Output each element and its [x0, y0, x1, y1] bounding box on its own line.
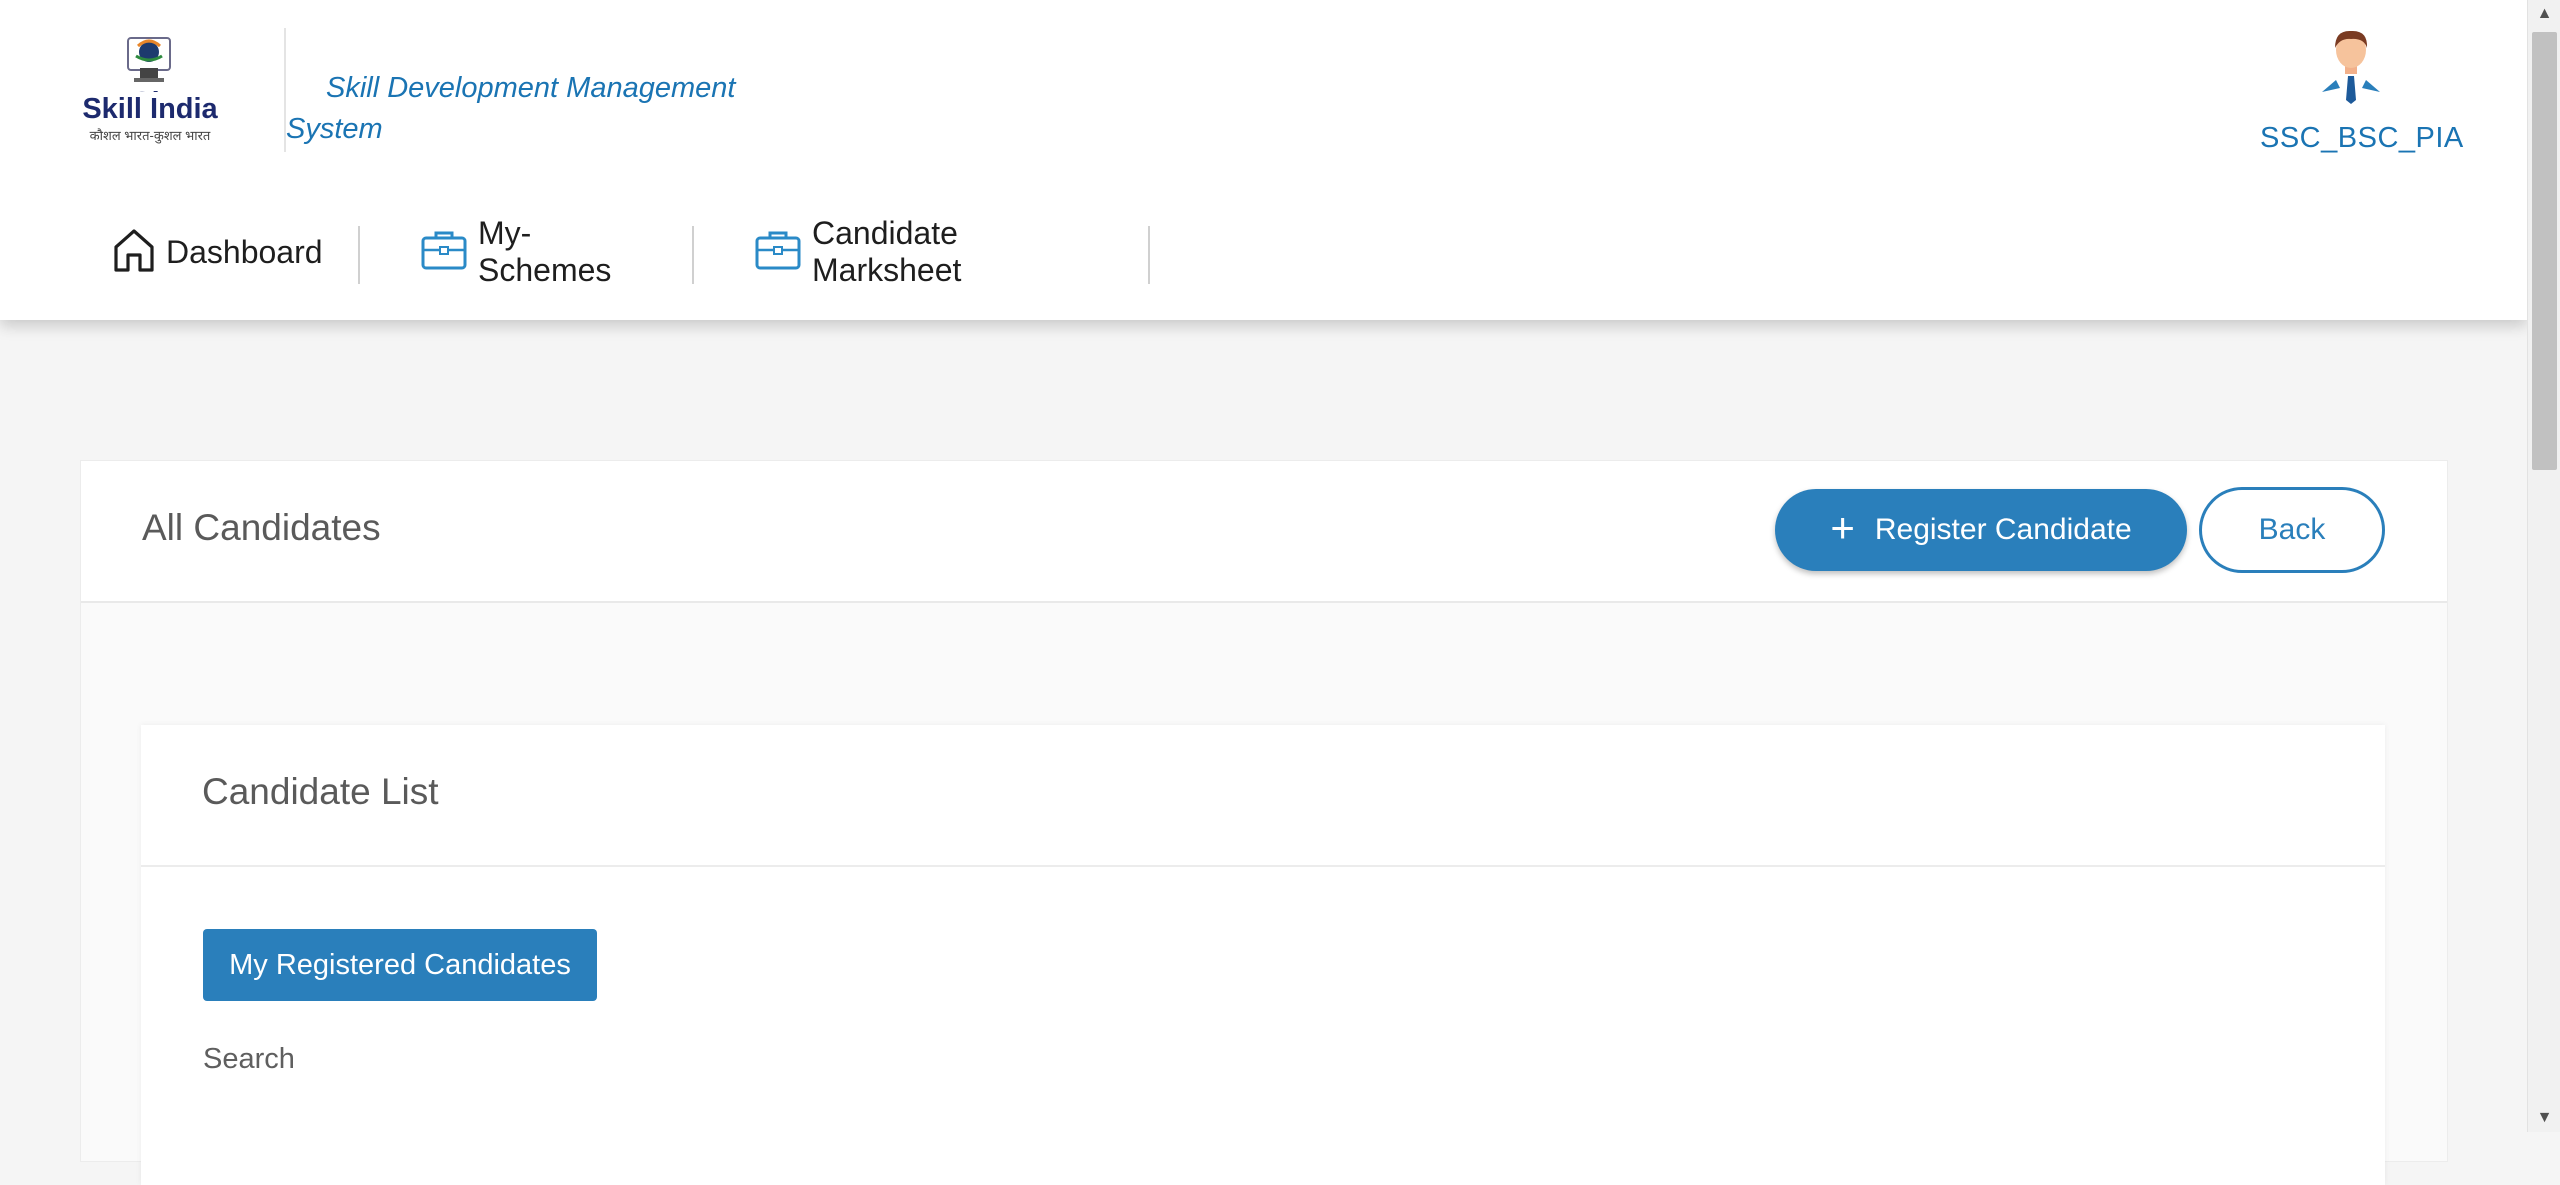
candidate-list-header: Candidate List: [141, 725, 2385, 867]
plus-icon: +: [1830, 504, 1855, 551]
my-registered-candidates-button[interactable]: My Registered Candidates: [203, 929, 597, 1001]
register-candidate-button[interactable]: + Register Candidate: [1775, 489, 2187, 571]
nav-separator: [692, 226, 694, 284]
page-scrollbar[interactable]: ▲ ▼: [2527, 0, 2560, 1132]
card-header: All Candidates + Register Candidate Back: [81, 461, 2447, 603]
nav-label-my-schemes: My-Schemes: [478, 215, 612, 288]
briefcase-icon: [420, 228, 468, 277]
system-title: Skill Development Management System: [286, 72, 736, 145]
nav-separator: [1148, 226, 1150, 284]
candidate-list-card: Candidate List My Registered Candidates …: [141, 725, 2385, 1185]
all-candidates-card: All Candidates + Register Candidate Back…: [80, 460, 2448, 1185]
nav-item-dashboard[interactable]: Dashboard: [112, 222, 323, 282]
nav-label-candidate-marksheet: Candidate Marksheet: [812, 215, 962, 288]
back-button[interactable]: Back: [2199, 487, 2385, 573]
nav-label-dashboard: Dashboard: [166, 233, 323, 270]
logo-wordmark: Skill India: [80, 92, 220, 126]
scroll-thumb[interactable]: [2532, 32, 2557, 470]
page-title: All Candidates: [142, 507, 381, 548]
register-candidate-label: Register Candidate: [1874, 513, 2132, 546]
scroll-up-arrow-icon[interactable]: ▲: [2528, 0, 2560, 28]
nav-item-my-schemes[interactable]: My-Schemes: [420, 215, 611, 288]
candidate-list-title: Candidate List: [202, 771, 439, 812]
briefcase-icon: [754, 228, 802, 277]
user-name[interactable]: SSC_BSC_PIA: [2260, 122, 2463, 155]
top-header: Sk Skill India कौशल भारत-कुशल भारत Skill…: [0, 0, 2527, 320]
nav-item-candidate-marksheet[interactable]: Candidate Marksheet: [754, 215, 961, 288]
nav-separator: [358, 226, 360, 284]
logo-tagline: कौशल भारत-कुशल भारत: [89, 128, 211, 143]
user-avatar[interactable]: [2318, 28, 2384, 104]
home-icon: [112, 227, 156, 278]
search-label: Search: [203, 1043, 295, 1075]
scroll-down-arrow-icon[interactable]: ▼: [2528, 1104, 2560, 1132]
